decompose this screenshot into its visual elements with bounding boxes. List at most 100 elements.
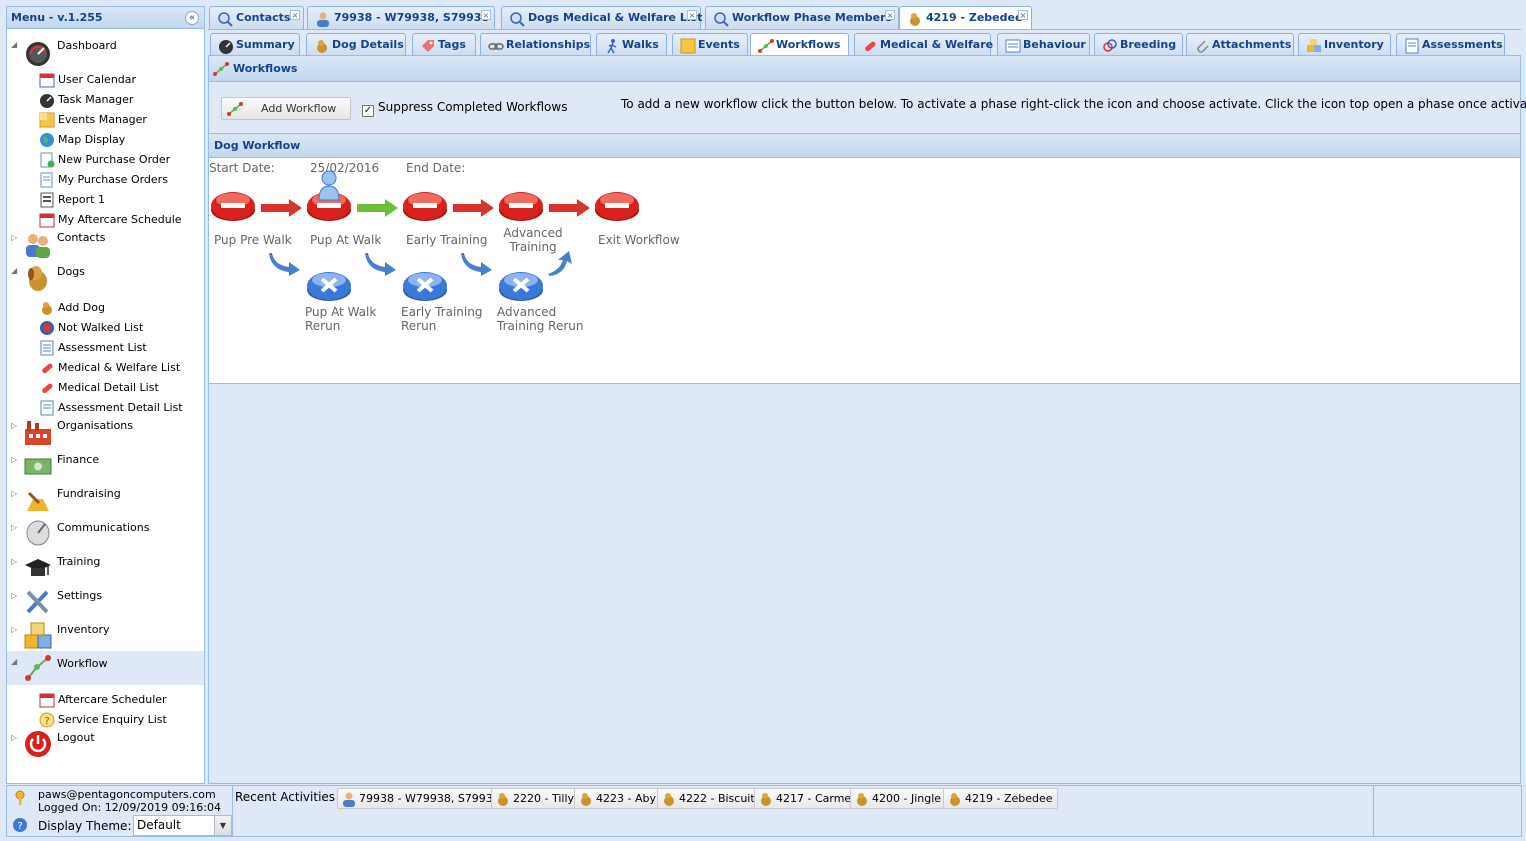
phase-node-stop[interactable]: [210, 190, 256, 222]
tab-assessments[interactable]: Assessments: [1396, 33, 1505, 56]
report-icon: [40, 192, 54, 208]
recent-activity-button[interactable]: 2220 - Tilly: [491, 788, 580, 809]
collapsed-arrow-icon[interactable]: ▷: [11, 733, 17, 742]
menu-item-label: New Purchase Order: [58, 153, 171, 166]
help-icon[interactable]: ?: [12, 817, 28, 833]
collapse-sidebar-icon[interactable]: «: [185, 11, 199, 25]
close-icon[interactable]: ×: [481, 10, 491, 20]
menu-item-label: Add Dog: [58, 301, 105, 314]
recent-activity-button[interactable]: 4222 - Biscuit: [657, 788, 760, 809]
collapsed-arrow-icon[interactable]: ▷: [11, 523, 17, 532]
menu-group-inventory[interactable]: ▷ Inventory: [7, 621, 204, 653]
menu-item-label: Aftercare Scheduler: [58, 693, 167, 706]
phase-node-stop[interactable]: [594, 190, 640, 222]
close-icon[interactable]: ×: [885, 10, 895, 20]
display-theme-select[interactable]: Default ▼: [133, 815, 232, 836]
add-workflow-button[interactable]: Add Workflow: [221, 97, 351, 120]
menu-group-organisations[interactable]: ▷ Organisations: [7, 417, 204, 449]
tab-tags[interactable]: Tags: [412, 33, 476, 56]
collapsed-arrow-icon[interactable]: ▷: [11, 233, 17, 242]
close-icon[interactable]: ×: [687, 10, 697, 20]
recent-activity-button[interactable]: 4219 - Zebedee: [943, 788, 1058, 809]
tab-dog-details[interactable]: Dog Details: [306, 33, 406, 56]
menu-group-label: Inventory: [57, 623, 110, 636]
collapsed-arrow-icon[interactable]: ▷: [11, 591, 17, 600]
theme-value: Default: [137, 818, 181, 832]
schedule-icon: [39, 213, 55, 228]
menu-group-logout[interactable]: ▷ Logout: [7, 729, 204, 761]
money-icon: [24, 458, 52, 475]
expanded-arrow-icon[interactable]: ◢: [11, 657, 17, 666]
phase-node-stop[interactable]: [402, 190, 448, 222]
tab-workflows[interactable]: Workflows: [750, 33, 849, 56]
collapsed-arrow-icon[interactable]: ▷: [11, 455, 17, 464]
menu-group-communications[interactable]: ▷ Communications: [7, 519, 204, 551]
globe-icon: [40, 133, 54, 147]
menu-group-fundraising[interactable]: ▷ Fundraising: [7, 485, 204, 517]
menu-item-label: Map Display: [58, 133, 126, 146]
collapsed-arrow-icon[interactable]: ▷: [11, 421, 17, 430]
not-walked-icon: [40, 321, 54, 335]
menu-group-label: Dogs: [57, 265, 85, 278]
close-icon[interactable]: ×: [290, 10, 300, 20]
menu-group-training[interactable]: ▷ Training: [7, 553, 204, 585]
graduation-cap-icon: [25, 559, 51, 576]
tab-label: Summary: [236, 38, 295, 51]
menu-group-finance[interactable]: ▷ Finance: [7, 451, 204, 483]
collapsed-arrow-icon[interactable]: ▷: [11, 625, 17, 634]
tab-medical-welfare[interactable]: Medical & Welfare: [854, 33, 993, 56]
checkbox-box[interactable]: ✓: [362, 105, 374, 117]
menu-group-dashboard[interactable]: ◢ Dashboard: [7, 37, 204, 67]
tab-relationships[interactable]: Relationships: [480, 33, 591, 56]
recent-activity-button[interactable]: 4217 - Carme: [754, 788, 857, 809]
menu-group-label: Contacts: [57, 231, 106, 244]
arrow-curve-up-blue: [548, 251, 572, 276]
pill-icon: [42, 383, 53, 394]
menu-group-contacts[interactable]: ▷ Contacts: [7, 229, 204, 261]
rerun-node-cancel[interactable]: [498, 270, 544, 302]
assessment-icon: [40, 400, 54, 416]
tab-walks[interactable]: Walks: [596, 33, 667, 56]
menu-item-label: Assessment List: [58, 341, 147, 354]
tab-summary[interactable]: Summary: [210, 33, 300, 56]
expanded-arrow-icon[interactable]: ◢: [11, 266, 17, 275]
menu-group-settings[interactable]: ▷ Settings: [7, 587, 204, 619]
tab-attachments[interactable]: Attachments: [1186, 33, 1294, 56]
tab-label: Inventory: [1324, 38, 1384, 51]
tab-dogs-medical-welfare-list[interactable]: Dogs Medical & Welfare List ×: [501, 6, 702, 29]
rerun-node-cancel[interactable]: [306, 270, 352, 302]
tab-contacts[interactable]: Contacts ×: [209, 6, 304, 29]
recent-activity-label: 2220 - Tilly: [513, 792, 575, 805]
tab-breeding[interactable]: Breeding: [1094, 33, 1183, 56]
tab-events[interactable]: Events: [672, 33, 748, 56]
tab-dog-4219-zebedee[interactable]: 4219 - Zebedee ×: [899, 6, 1032, 29]
tab-workflow-phase-members[interactable]: Workflow Phase Members ×: [705, 6, 899, 29]
dog-icon: [498, 793, 508, 806]
suppress-completed-checkbox[interactable]: ✓ Suppress Completed Workflows: [362, 100, 567, 117]
menu-item-label: Report 1: [58, 193, 105, 206]
collapsed-arrow-icon[interactable]: ▷: [11, 557, 17, 566]
arrow-right-red: [453, 199, 494, 217]
expanded-arrow-icon[interactable]: ◢: [11, 40, 17, 49]
collapsed-arrow-icon[interactable]: ▷: [11, 489, 17, 498]
recent-activity-button[interactable]: 4200 - Jingle: [850, 788, 947, 809]
close-icon[interactable]: ×: [1018, 10, 1028, 20]
phase-node-stop[interactable]: [498, 190, 544, 222]
recent-activities-label: Recent Activities :: [235, 790, 343, 804]
events-icon: [680, 38, 696, 54]
tab-label: Behaviour: [1023, 38, 1086, 51]
rerun-node-cancel[interactable]: [402, 270, 448, 302]
recent-activity-button[interactable]: 79938 - W79938, S79938: [337, 788, 505, 809]
arrow-curve-down-blue: [269, 253, 300, 276]
chevron-down-icon[interactable]: ▼: [214, 816, 231, 835]
schedule-icon: [39, 693, 55, 708]
tab-inventory[interactable]: Inventory: [1298, 33, 1391, 56]
menu-group-workflow[interactable]: ◢ Workflow: [7, 651, 204, 685]
factory-icon: [25, 421, 51, 445]
tab-behaviour[interactable]: Behaviour: [997, 33, 1090, 56]
task-gauge-icon: [40, 94, 54, 108]
recent-activity-button[interactable]: 4223 - Aby: [574, 788, 661, 809]
rerun-label: Early Training Rerun: [401, 305, 483, 333]
menu-group-dogs[interactable]: ◢ Dogs: [7, 263, 204, 295]
tab-contact-79938[interactable]: 79938 - W79938, S79938 ×: [307, 6, 495, 29]
